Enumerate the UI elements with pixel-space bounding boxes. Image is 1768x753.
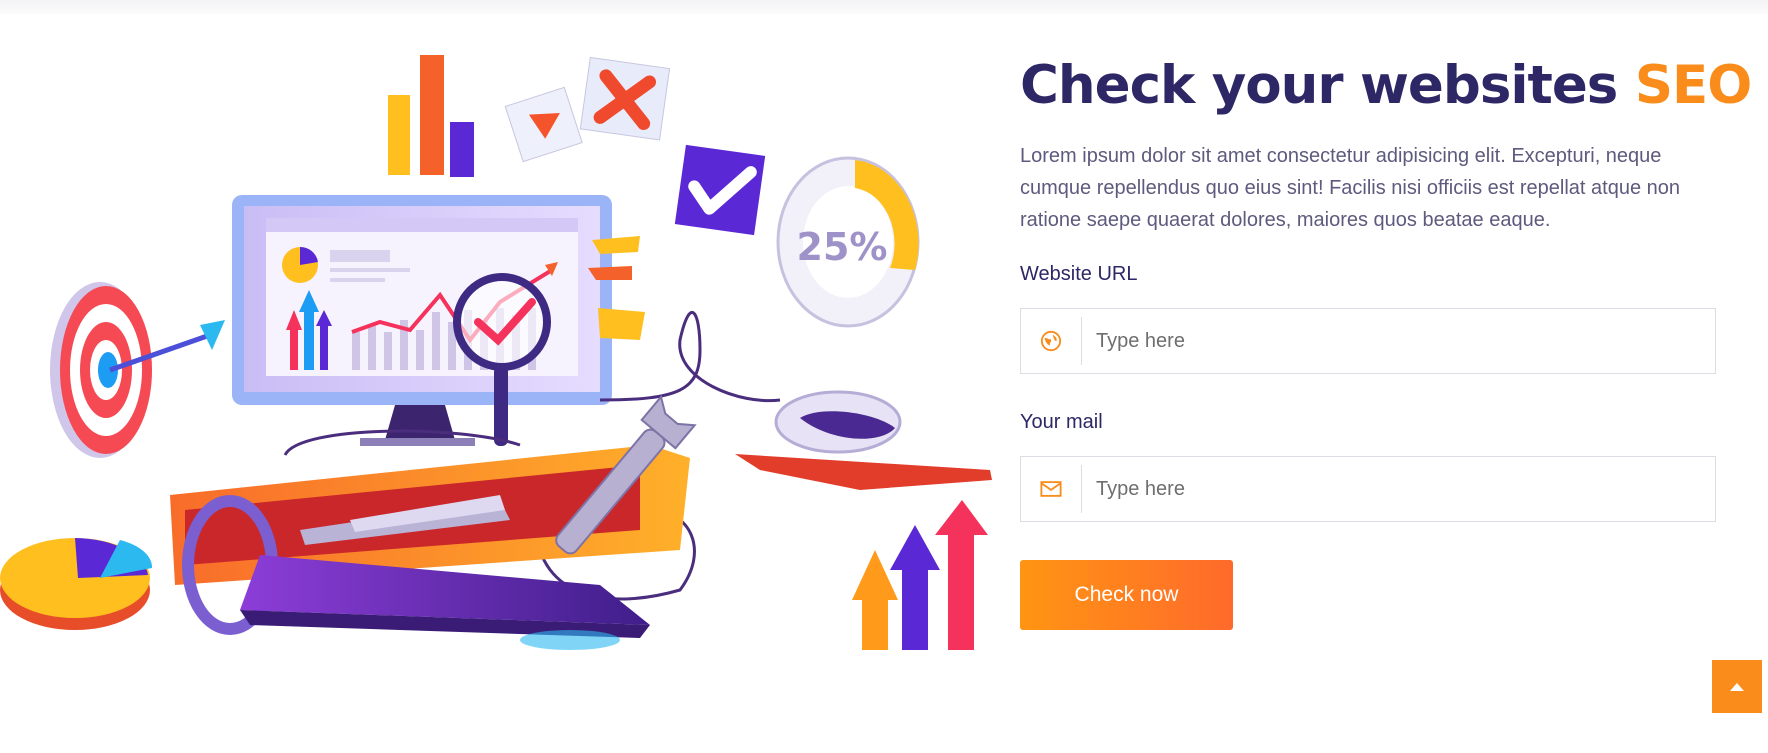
seo-check-panel: Check your websites SEO Lorem ipsum dolo… <box>1020 50 1752 630</box>
envelope-icon <box>1021 465 1082 513</box>
your-mail-label: Your mail <box>1020 411 1103 433</box>
target-board <box>50 282 225 458</box>
page-title: Check your websites SEO <box>1020 50 1752 122</box>
keyboard <box>240 555 650 650</box>
website-url-field <box>1020 308 1716 374</box>
seo-illustration: 25% <box>0 55 992 650</box>
website-url-input[interactable] <box>1082 311 1715 371</box>
check-card <box>674 144 766 236</box>
caret-up-icon <box>1730 682 1744 691</box>
top-strip <box>0 0 1768 14</box>
your-mail-input[interactable] <box>1082 459 1715 519</box>
description: Lorem ipsum dolor sit amet consectetur a… <box>1020 145 1680 231</box>
pie-chart-icon <box>0 538 153 630</box>
title-accent: SEO <box>1634 55 1752 116</box>
desk <box>170 445 690 585</box>
website-url-label: Website URL <box>1020 263 1138 285</box>
monitor <box>232 195 612 446</box>
globe-icon <box>1021 317 1082 365</box>
check-now-button[interactable]: Check now <box>1020 560 1233 630</box>
error-card <box>579 56 671 141</box>
scroll-to-top-button[interactable] <box>1712 660 1762 713</box>
title-main: Check your websites <box>1020 55 1635 116</box>
svg-text:25%: 25% <box>797 225 888 269</box>
play-card <box>504 86 583 163</box>
percent-donut: 25% <box>776 156 920 328</box>
your-mail-field <box>1020 456 1716 522</box>
rising-arrows-icon <box>852 500 988 650</box>
